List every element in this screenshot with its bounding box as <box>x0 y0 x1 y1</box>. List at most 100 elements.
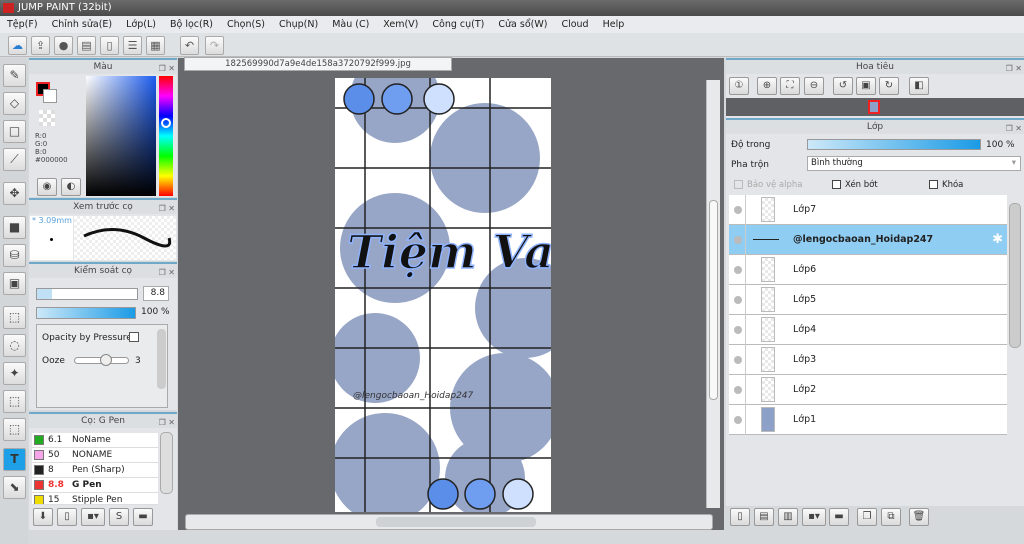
duplicate-layer-icon[interactable]: ❐ <box>857 508 877 526</box>
list-icon[interactable]: ☰ <box>123 36 142 55</box>
copy-brush-dropdown-icon[interactable]: ▪▾ <box>81 508 105 526</box>
fit-screen-icon[interactable]: ⛶ <box>780 77 800 95</box>
panel-close-icon[interactable]: ❐ ✕ <box>159 202 175 216</box>
bucket-tool-icon[interactable]: ⛁ <box>3 244 26 267</box>
layer-row[interactable]: Lớp3 <box>729 345 1007 375</box>
layer-row[interactable]: Lớp1 <box>729 405 1007 435</box>
panel-close-icon[interactable]: ❐ ✕ <box>159 266 175 280</box>
rect-tool-icon[interactable]: □ <box>3 120 26 143</box>
menu-edit[interactable]: Chỉnh sửa(E) <box>45 16 120 33</box>
new-layer-special-icon[interactable]: ▥ <box>778 508 798 526</box>
brush-item-stipple-pen[interactable]: 15 Stipple Pen <box>32 493 158 505</box>
folder-icon[interactable]: ▬ <box>133 508 153 526</box>
menu-window[interactable]: Cửa sổ(W) <box>491 16 554 33</box>
visibility-icon[interactable] <box>734 266 742 274</box>
protect-alpha-checkbox[interactable] <box>734 180 743 189</box>
navigator-preview[interactable] <box>726 98 1024 116</box>
line-tool-icon[interactable]: ⟋ <box>3 148 26 171</box>
saturation-value-picker[interactable] <box>86 76 156 196</box>
move-tool-icon[interactable]: ✥ <box>3 182 26 205</box>
layer-row[interactable]: Lớp6 <box>729 255 1007 285</box>
fill-rect-tool-icon[interactable]: ■ <box>3 216 26 239</box>
visibility-icon[interactable] <box>734 296 742 304</box>
ooze-slider[interactable] <box>74 354 129 366</box>
clip-checkbox[interactable] <box>832 180 841 189</box>
menu-capture[interactable]: Chụp(N) <box>272 16 325 33</box>
cloud-icon[interactable]: ☁ <box>8 36 27 55</box>
vertical-scrollbar[interactable] <box>706 80 720 508</box>
layer-folder-icon[interactable]: ▬ <box>829 508 849 526</box>
brush-item-noname[interactable]: 6.1 NoName <box>32 433 158 448</box>
artwork-canvas[interactable]: Tiệm Vaccine @lengocbaoan_Hoidap247 <box>335 78 551 512</box>
brush-size-slider[interactable] <box>36 288 138 300</box>
opacity-pressure-checkbox[interactable] <box>129 332 139 342</box>
options-scrollbar[interactable] <box>157 329 166 389</box>
select-eraser-icon[interactable]: ⬚ <box>3 418 26 441</box>
horizontal-scroll-thumb[interactable] <box>376 517 536 527</box>
share-icon[interactable]: ⇪ <box>31 36 50 55</box>
delete-layer-icon[interactable]: 🗑 <box>909 508 929 526</box>
transparent-color-swatch[interactable] <box>39 110 55 126</box>
gear-icon[interactable]: ✱ <box>147 478 155 493</box>
zoom-in-icon[interactable]: ⊕ <box>757 77 777 95</box>
horizontal-scrollbar[interactable] <box>185 514 713 530</box>
add-layer-dropdown-icon[interactable]: ▪▾ <box>802 508 826 526</box>
download-brush-icon[interactable]: ⬇ <box>33 508 53 526</box>
new-raster-layer-icon[interactable]: ▤ <box>754 508 774 526</box>
layer-list-scrollbar[interactable] <box>1009 203 1021 348</box>
visibility-icon[interactable] <box>734 236 742 244</box>
brush-size-input[interactable]: 8.8 <box>143 286 169 301</box>
gear-icon[interactable]: ✱ <box>992 232 1003 247</box>
panel-close-icon[interactable]: ❐ ✕ <box>159 416 175 430</box>
lock-checkbox[interactable] <box>929 180 938 189</box>
panel-close-icon[interactable]: ❐ ✕ <box>1006 122 1022 136</box>
select-pen-icon[interactable]: ⬚ <box>3 390 26 413</box>
magic-wand-icon[interactable]: ✦ <box>3 362 26 385</box>
new-brush-icon[interactable]: ▯ <box>57 508 77 526</box>
menu-color[interactable]: Màu (C) <box>325 16 376 33</box>
redo-icon[interactable]: ↷ <box>205 36 224 55</box>
document-tab[interactable]: 182569990d7a9e4de158a3720792f999.jpg <box>184 57 452 71</box>
brush-item-g-pen[interactable]: 8.8 G Pen ✱ <box>32 478 158 493</box>
menu-select[interactable]: Chọn(S) <box>220 16 272 33</box>
menu-help[interactable]: Help <box>596 16 632 33</box>
color-history-icon[interactable]: ◐ <box>61 178 81 196</box>
background-color-swatch[interactable] <box>43 89 57 103</box>
layer-row-selected[interactable]: @lengocbaoan_Hoidap247 ✱ <box>729 225 1007 255</box>
hue-slider[interactable] <box>159 76 173 196</box>
layer-row[interactable]: Lớp4 <box>729 315 1007 345</box>
menu-tools[interactable]: Công cụ(T) <box>425 16 491 33</box>
brush-item-noname-upper[interactable]: 50 NONAME <box>32 448 158 463</box>
lasso-select-icon[interactable]: ◌ <box>3 334 26 357</box>
blend-mode-select[interactable]: Bình thường ▾ <box>807 156 1021 171</box>
message-icon[interactable]: ▤ <box>77 36 96 55</box>
eraser-tool-icon[interactable]: ◇ <box>3 92 26 115</box>
palette-icon[interactable]: ◉ <box>37 178 57 196</box>
ooze-handle[interactable] <box>100 354 112 366</box>
text-tool-icon[interactable]: T <box>3 448 26 471</box>
menu-view[interactable]: Xem(V) <box>376 16 425 33</box>
vertical-scroll-thumb[interactable] <box>709 200 718 400</box>
page-icon[interactable]: ▯ <box>100 36 119 55</box>
hue-handle[interactable] <box>161 118 171 128</box>
menu-layer[interactable]: Lớp(L) <box>119 16 163 33</box>
visibility-icon[interactable] <box>734 206 742 214</box>
zoom-out-icon[interactable]: ⊖ <box>804 77 824 95</box>
layer-opacity-slider[interactable] <box>807 139 981 150</box>
menu-cloud[interactable]: Cloud <box>554 16 595 33</box>
undo-icon[interactable]: ↶ <box>180 36 199 55</box>
navigator-viewport[interactable] <box>868 100 880 114</box>
comment-icon[interactable]: ● <box>54 36 73 55</box>
visibility-icon[interactable] <box>734 356 742 364</box>
menu-filter[interactable]: Bộ lọc(R) <box>163 16 220 33</box>
brush-opacity-slider[interactable] <box>36 307 136 319</box>
zoom-actual-icon[interactable]: ① <box>729 77 749 95</box>
merge-layer-icon[interactable]: ⧉ <box>881 508 901 526</box>
brush-settings-icon[interactable]: S <box>109 508 129 526</box>
operation-tool-icon[interactable]: ⬊ <box>3 476 26 499</box>
rotate-left-icon[interactable]: ↺ <box>833 77 853 95</box>
visibility-icon[interactable] <box>734 416 742 424</box>
layer-row[interactable]: Lớp2 <box>729 375 1007 405</box>
panel-layout-icon[interactable]: ▦ <box>146 36 165 55</box>
gradient-tool-icon[interactable]: ▣ <box>3 272 26 295</box>
